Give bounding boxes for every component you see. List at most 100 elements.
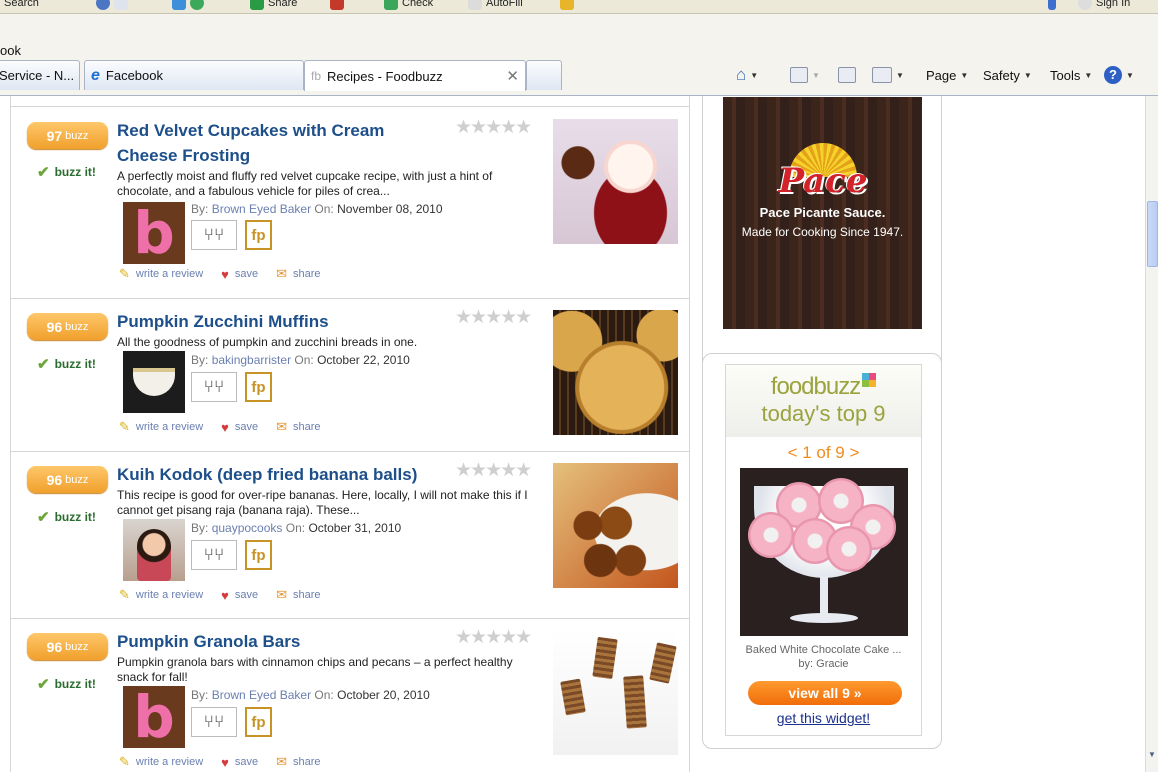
page-menu[interactable]: Page ▼ [926, 63, 968, 87]
scrollbar-thumb[interactable] [1147, 201, 1158, 267]
safety-menu-label: Safety [983, 67, 1020, 83]
scroll-down-arrow-icon[interactable]: ▼ [1148, 750, 1156, 759]
author-avatar[interactable] [123, 351, 185, 413]
recipe-description: Pumpkin granola bars with cinnamon chips… [117, 655, 513, 684]
save-label: save [234, 421, 259, 433]
buzz-count-badge[interactable]: 96 buzz [27, 466, 108, 493]
share-link[interactable]: ✉ share [276, 419, 320, 435]
post-date: October 22, 2010 [317, 353, 410, 367]
write-review-link[interactable]: ✎ write a review [119, 754, 203, 770]
safety-menu[interactable]: Safety ▼ [983, 63, 1032, 87]
cutlery-badge-icon[interactable]: ⑂⑂ [191, 540, 237, 570]
save-link[interactable]: ♥ save [221, 588, 258, 603]
recipe-title-link[interactable]: Red Velvet Cupcakes with Cream Cheese Fr… [117, 118, 447, 168]
share-label: share [293, 756, 321, 768]
share-menu-icon[interactable] [330, 0, 344, 11]
share-envelope-icon: ✉ [276, 754, 288, 769]
cutlery-badge-icon[interactable]: ⑂⑂ [191, 707, 237, 737]
share-envelope-icon: ✉ [276, 419, 288, 434]
featured-publisher-badge[interactable]: fp [245, 372, 272, 402]
author-link[interactable]: Brown Eyed Baker [212, 688, 311, 702]
tab-recipes-foodbuzz[interactable]: fb Recipes - Foodbuzz ✕ [304, 60, 526, 91]
buzz-it-button[interactable]: ✔ buzz it! [37, 163, 96, 181]
share-link[interactable]: ✉ share [276, 587, 320, 603]
star-rating[interactable]: ★★★★★ [455, 116, 532, 139]
autofill-button[interactable]: AutoFill [468, 0, 523, 11]
share-link[interactable]: ✉ share [276, 754, 320, 770]
checkmark-icon: ✔ [37, 164, 50, 181]
foodbuzz-logo[interactable]: foodbuzz [726, 373, 921, 401]
home-button[interactable]: ⌂ ▼ [736, 63, 758, 87]
tab-service[interactable]: Service - N... [0, 60, 80, 90]
recipe-title-link[interactable]: Pumpkin Granola Bars [117, 629, 447, 654]
widget-featured-image[interactable] [740, 468, 908, 636]
featured-publisher-badge[interactable]: fp [245, 220, 272, 250]
write-review-link[interactable]: ✎ write a review [119, 266, 203, 282]
author-avatar[interactable] [123, 519, 185, 581]
pace-ad-banner[interactable]: Pace Pace Picante Sauce. Made for Cookin… [723, 97, 922, 329]
recipe-title-link[interactable]: Kuih Kodok (deep fried banana balls) [117, 462, 457, 487]
recipe-title-link[interactable]: Pumpkin Zucchini Muffins [117, 309, 447, 334]
new-tab-button[interactable] [526, 60, 562, 90]
browser-star-icon[interactable] [172, 0, 204, 11]
author-link[interactable]: bakingbarrister [212, 353, 291, 367]
write-review-link[interactable]: ✎ write a review [119, 587, 203, 603]
foodbuzz-favicon-icon: fb [311, 69, 322, 83]
view-all-button[interactable]: view all 9 » [748, 681, 902, 705]
check-button[interactable]: Check [384, 0, 433, 11]
read-mail-button[interactable] [838, 63, 856, 87]
buzz-count-badge[interactable]: 96 buzz [27, 313, 108, 340]
buzz-count-badge[interactable]: 96 buzz [27, 633, 108, 660]
star-rating[interactable]: ★★★★★ [455, 459, 532, 482]
feeds-button[interactable]: ▼ [790, 63, 820, 87]
recipe-item: 96 buzz ✔ buzz it! Pumpkin Zucchini Muffin… [11, 299, 689, 452]
chevron-down-icon: ▼ [896, 70, 904, 80]
recipe-thumbnail[interactable] [553, 463, 678, 588]
star-rating[interactable]: ★★★★★ [455, 306, 532, 329]
help-button[interactable]: ? ▼ [1104, 63, 1134, 87]
sign-in-button[interactable]: Sign In [1048, 0, 1130, 11]
buzz-it-button[interactable]: ✔ buzz it! [37, 508, 96, 526]
vertical-scrollbar[interactable]: ▼ [1145, 96, 1158, 772]
recipe-thumbnail[interactable] [553, 310, 678, 435]
tab-facebook[interactable]: e Facebook [84, 60, 304, 90]
foodbuzz-widget-box: foodbuzz today's top 9 < 1 of 9 > Baked … [702, 353, 942, 749]
share-button[interactable]: Share [250, 0, 297, 11]
recipe-byline: By: quaypocooks On: October 31, 2010 [191, 521, 401, 535]
buzz-count-badge[interactable]: 97 buzz [27, 122, 108, 149]
save-link[interactable]: ♥ save [221, 420, 258, 435]
author-avatar[interactable]: b [123, 202, 185, 264]
browser-globe-icon[interactable] [96, 0, 128, 11]
write-review-link[interactable]: ✎ write a review [119, 419, 203, 435]
save-heart-icon: ♥ [221, 419, 229, 435]
save-link[interactable]: ♥ save [221, 267, 258, 282]
get-widget-link[interactable]: get this widget! [726, 710, 921, 726]
featured-publisher-badge[interactable]: fp [245, 707, 272, 737]
cutlery-badge-icon[interactable]: ⑂⑂ [191, 372, 237, 402]
tab-bar: Service - N... e Facebook fb Recipes - F… [0, 56, 1158, 96]
star-rating[interactable]: ★★★★★ [455, 626, 532, 649]
share-link[interactable]: ✉ share [276, 266, 320, 282]
recipe-description: A perfectly moist and fluffy red velvet … [117, 169, 493, 198]
author-link[interactable]: quaypocooks [212, 521, 283, 535]
pencil-icon[interactable] [560, 0, 574, 11]
by-label: By: [191, 521, 209, 535]
save-link[interactable]: ♥ save [221, 755, 258, 770]
recipe-thumbnail[interactable] [553, 630, 678, 755]
featured-publisher-badge[interactable]: fp [245, 540, 272, 570]
widget-pager[interactable]: < 1 of 9 > [726, 443, 921, 463]
search-button[interactable]: Search [4, 0, 39, 11]
tools-menu[interactable]: Tools ▼ [1050, 63, 1092, 87]
buzz-it-button[interactable]: ✔ buzz it! [37, 675, 96, 693]
on-label: On: [285, 521, 306, 535]
recipe-thumbnail[interactable] [553, 119, 678, 244]
print-button[interactable]: ▼ [872, 63, 904, 87]
widget-caption-title[interactable]: Baked White Chocolate Cake ... [726, 643, 921, 657]
buzz-it-label: buzz it! [54, 165, 96, 179]
by-label: By: [191, 202, 209, 216]
author-link[interactable]: Brown Eyed Baker [212, 202, 311, 216]
buzz-it-button[interactable]: ✔ buzz it! [37, 355, 96, 373]
tab-close-icon[interactable]: ✕ [506, 67, 519, 85]
author-avatar[interactable]: b [123, 686, 185, 748]
cutlery-badge-icon[interactable]: ⑂⑂ [191, 220, 237, 250]
